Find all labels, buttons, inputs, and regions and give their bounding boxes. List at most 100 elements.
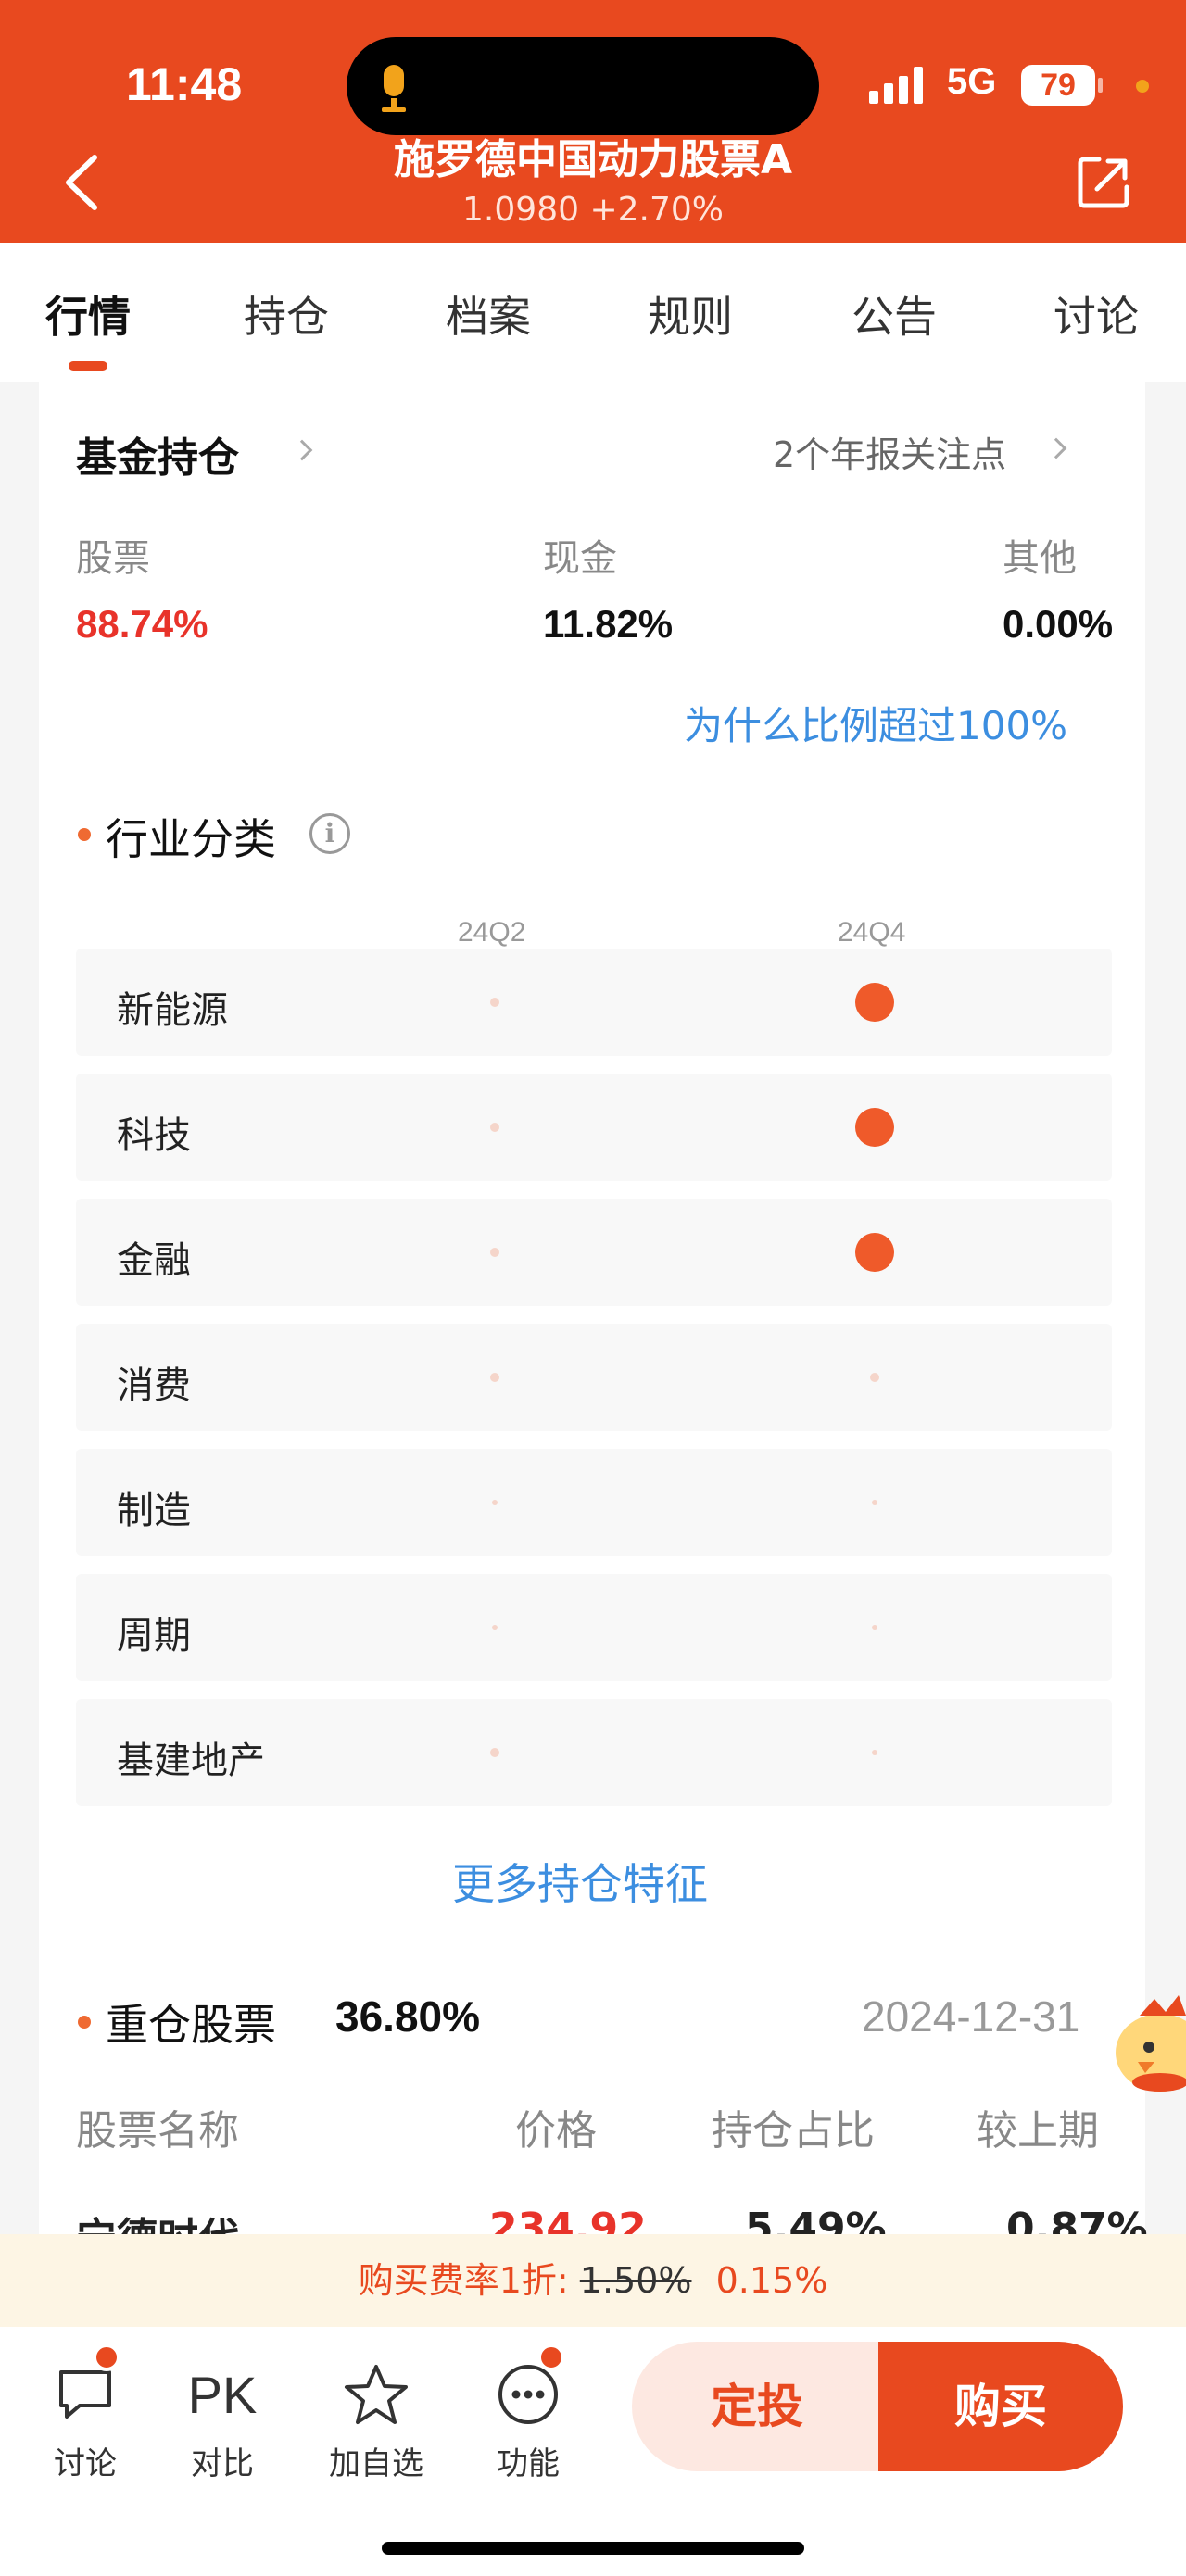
- col-stock-name: 股票名称: [76, 2107, 239, 2155]
- industry-name: 周期: [117, 1615, 191, 1657]
- home-indicator: [382, 2542, 804, 2555]
- industry-name: 基建地产: [117, 1740, 265, 1782]
- asset-label-other: 其他: [1003, 537, 1077, 580]
- fee-prefix: 购买费率1折:: [358, 2260, 569, 2301]
- mic-indicator-dot: [1136, 80, 1149, 93]
- industry-weight-dot-q2: [490, 1123, 499, 1132]
- active-tab-indicator: [69, 361, 107, 371]
- fund-holdings-title[interactable]: 基金持仓: [76, 424, 239, 484]
- more-icon: [498, 2365, 558, 2424]
- why-over-100-link[interactable]: 为什么比例超过100%: [684, 695, 1067, 751]
- industry-weight-dot-q4: [855, 983, 894, 1022]
- industry-name: 新能源: [117, 989, 228, 1032]
- back-button[interactable]: [61, 150, 106, 215]
- buy-button[interactable]: 购买: [878, 2342, 1123, 2471]
- industry-weight-dot-q2: [492, 1500, 498, 1505]
- industry-weight-dot-q2: [490, 998, 499, 1007]
- tab-discussion[interactable]: 讨论: [1047, 283, 1145, 345]
- mascot-assistant[interactable]: [1112, 1979, 1186, 2099]
- industry-weight-dot-q4: [872, 1625, 877, 1630]
- notification-dot: [93, 2344, 120, 2371]
- industry-name: 科技: [117, 1114, 191, 1157]
- tab-market[interactable]: 行情: [39, 283, 137, 345]
- top-holdings-ratio: 36.80%: [335, 1992, 481, 2041]
- network-type: 5G: [947, 61, 997, 102]
- industry-row: 消费: [76, 1324, 1112, 1431]
- industry-weight-dot-q2: [490, 1373, 499, 1382]
- asset-value-stock: 88.74%: [76, 602, 208, 646]
- industry-row: 制造: [76, 1449, 1112, 1556]
- more-holding-features-link[interactable]: 更多持仓特征: [452, 1851, 708, 1912]
- asset-label-cash: 现金: [543, 537, 617, 580]
- microphone-icon: [384, 65, 404, 96]
- battery-icon: 79: [1021, 65, 1095, 106]
- tab-rules[interactable]: 规则: [641, 283, 739, 345]
- tab-bar: 行情 持仓 档案 规则 公告 讨论: [0, 243, 1186, 382]
- tab-holdings[interactable]: 持仓: [237, 283, 335, 345]
- industry-row: 金融: [76, 1199, 1112, 1306]
- asset-label-stock: 股票: [76, 537, 150, 580]
- content-card: [39, 382, 1145, 2234]
- column-header-24q4: 24Q4: [838, 917, 906, 948]
- status-time: 11:48: [126, 58, 243, 110]
- tab-announcements[interactable]: 公告: [845, 283, 943, 345]
- industry-row: 基建地产: [76, 1699, 1112, 1806]
- tab-profile[interactable]: 档案: [439, 283, 537, 345]
- signal-icon: [869, 65, 923, 104]
- industry-row: 科技: [76, 1074, 1112, 1181]
- top-holdings-title: 重仓股票: [106, 2000, 276, 2050]
- asset-value-cash: 11.82%: [543, 602, 674, 646]
- info-icon[interactable]: i: [309, 813, 350, 854]
- industry-weight-dot-q4: [870, 1373, 879, 1382]
- fee-current: 0.15%: [715, 2260, 828, 2301]
- functions-label: 功能: [497, 2445, 560, 2482]
- compare-button[interactable]: PK 对比: [167, 2355, 278, 2483]
- industry-name: 消费: [117, 1364, 191, 1407]
- battery-level: 79: [1041, 67, 1076, 103]
- fee-original: 1.50%: [579, 2260, 692, 2301]
- battery-tip: [1098, 78, 1103, 93]
- industry-weight-dot-q2: [490, 1248, 499, 1257]
- industry-weight-dot-q4: [872, 1500, 877, 1505]
- industry-weight-dot-q4: [872, 1750, 877, 1755]
- col-change: 较上期: [977, 2107, 1099, 2155]
- asset-value-other: 0.00%: [1003, 602, 1114, 646]
- watchlist-label: 加自选: [329, 2445, 423, 2482]
- industry-row: 新能源: [76, 949, 1112, 1056]
- chevron-left-icon: [66, 155, 97, 210]
- add-watchlist-button[interactable]: 加自选: [321, 2355, 432, 2483]
- column-header-24q2: 24Q2: [458, 917, 526, 948]
- industry-name: 制造: [117, 1489, 191, 1532]
- discuss-button[interactable]: 讨论: [30, 2355, 141, 2483]
- section-bullet: [78, 2016, 91, 2029]
- fund-price-change: 1.0980 +2.70%: [462, 191, 724, 229]
- industry-title: 行业分类: [106, 814, 276, 864]
- chat-bubble-icon: [59, 2370, 111, 2419]
- pk-icon: PK: [187, 2365, 258, 2424]
- industry-weight-dot-q2: [492, 1625, 498, 1630]
- col-price: 价格: [515, 2107, 597, 2155]
- industry-weight-dot-q4: [855, 1233, 894, 1272]
- notification-dot: [537, 2344, 565, 2371]
- auto-invest-button[interactable]: 定投: [632, 2342, 882, 2471]
- industry-weight-dot-q4: [855, 1108, 894, 1147]
- industry-name: 金融: [117, 1239, 191, 1282]
- annual-report-link[interactable]: 2个年报关注点: [773, 426, 1006, 477]
- share-button[interactable]: [1075, 154, 1132, 211]
- app-header: 11:48 5G 79 施罗德中国动力股票A 1.0980 +2.70%: [0, 0, 1186, 243]
- report-date: 2024-12-31: [862, 1992, 1080, 2041]
- industry-row: 周期: [76, 1574, 1112, 1681]
- compare-label: 对比: [191, 2445, 254, 2482]
- star-icon: [345, 2365, 408, 2424]
- discuss-label: 讨论: [54, 2445, 117, 2482]
- section-bullet: [78, 828, 91, 841]
- microphone-icon-base: [382, 107, 406, 112]
- share-icon: [1078, 157, 1129, 208]
- fund-title: 施罗德中国动力股票A: [393, 136, 793, 183]
- chick-mascot-icon: [1116, 1995, 1186, 2092]
- dynamic-island: [347, 37, 819, 135]
- col-holding-ratio: 持仓占比: [712, 2107, 875, 2155]
- industry-weight-dot-q2: [490, 1748, 499, 1757]
- functions-button[interactable]: 功能: [473, 2355, 584, 2483]
- fee-discount-bar: 购买费率1折: 1.50% 0.15%: [0, 2234, 1186, 2327]
